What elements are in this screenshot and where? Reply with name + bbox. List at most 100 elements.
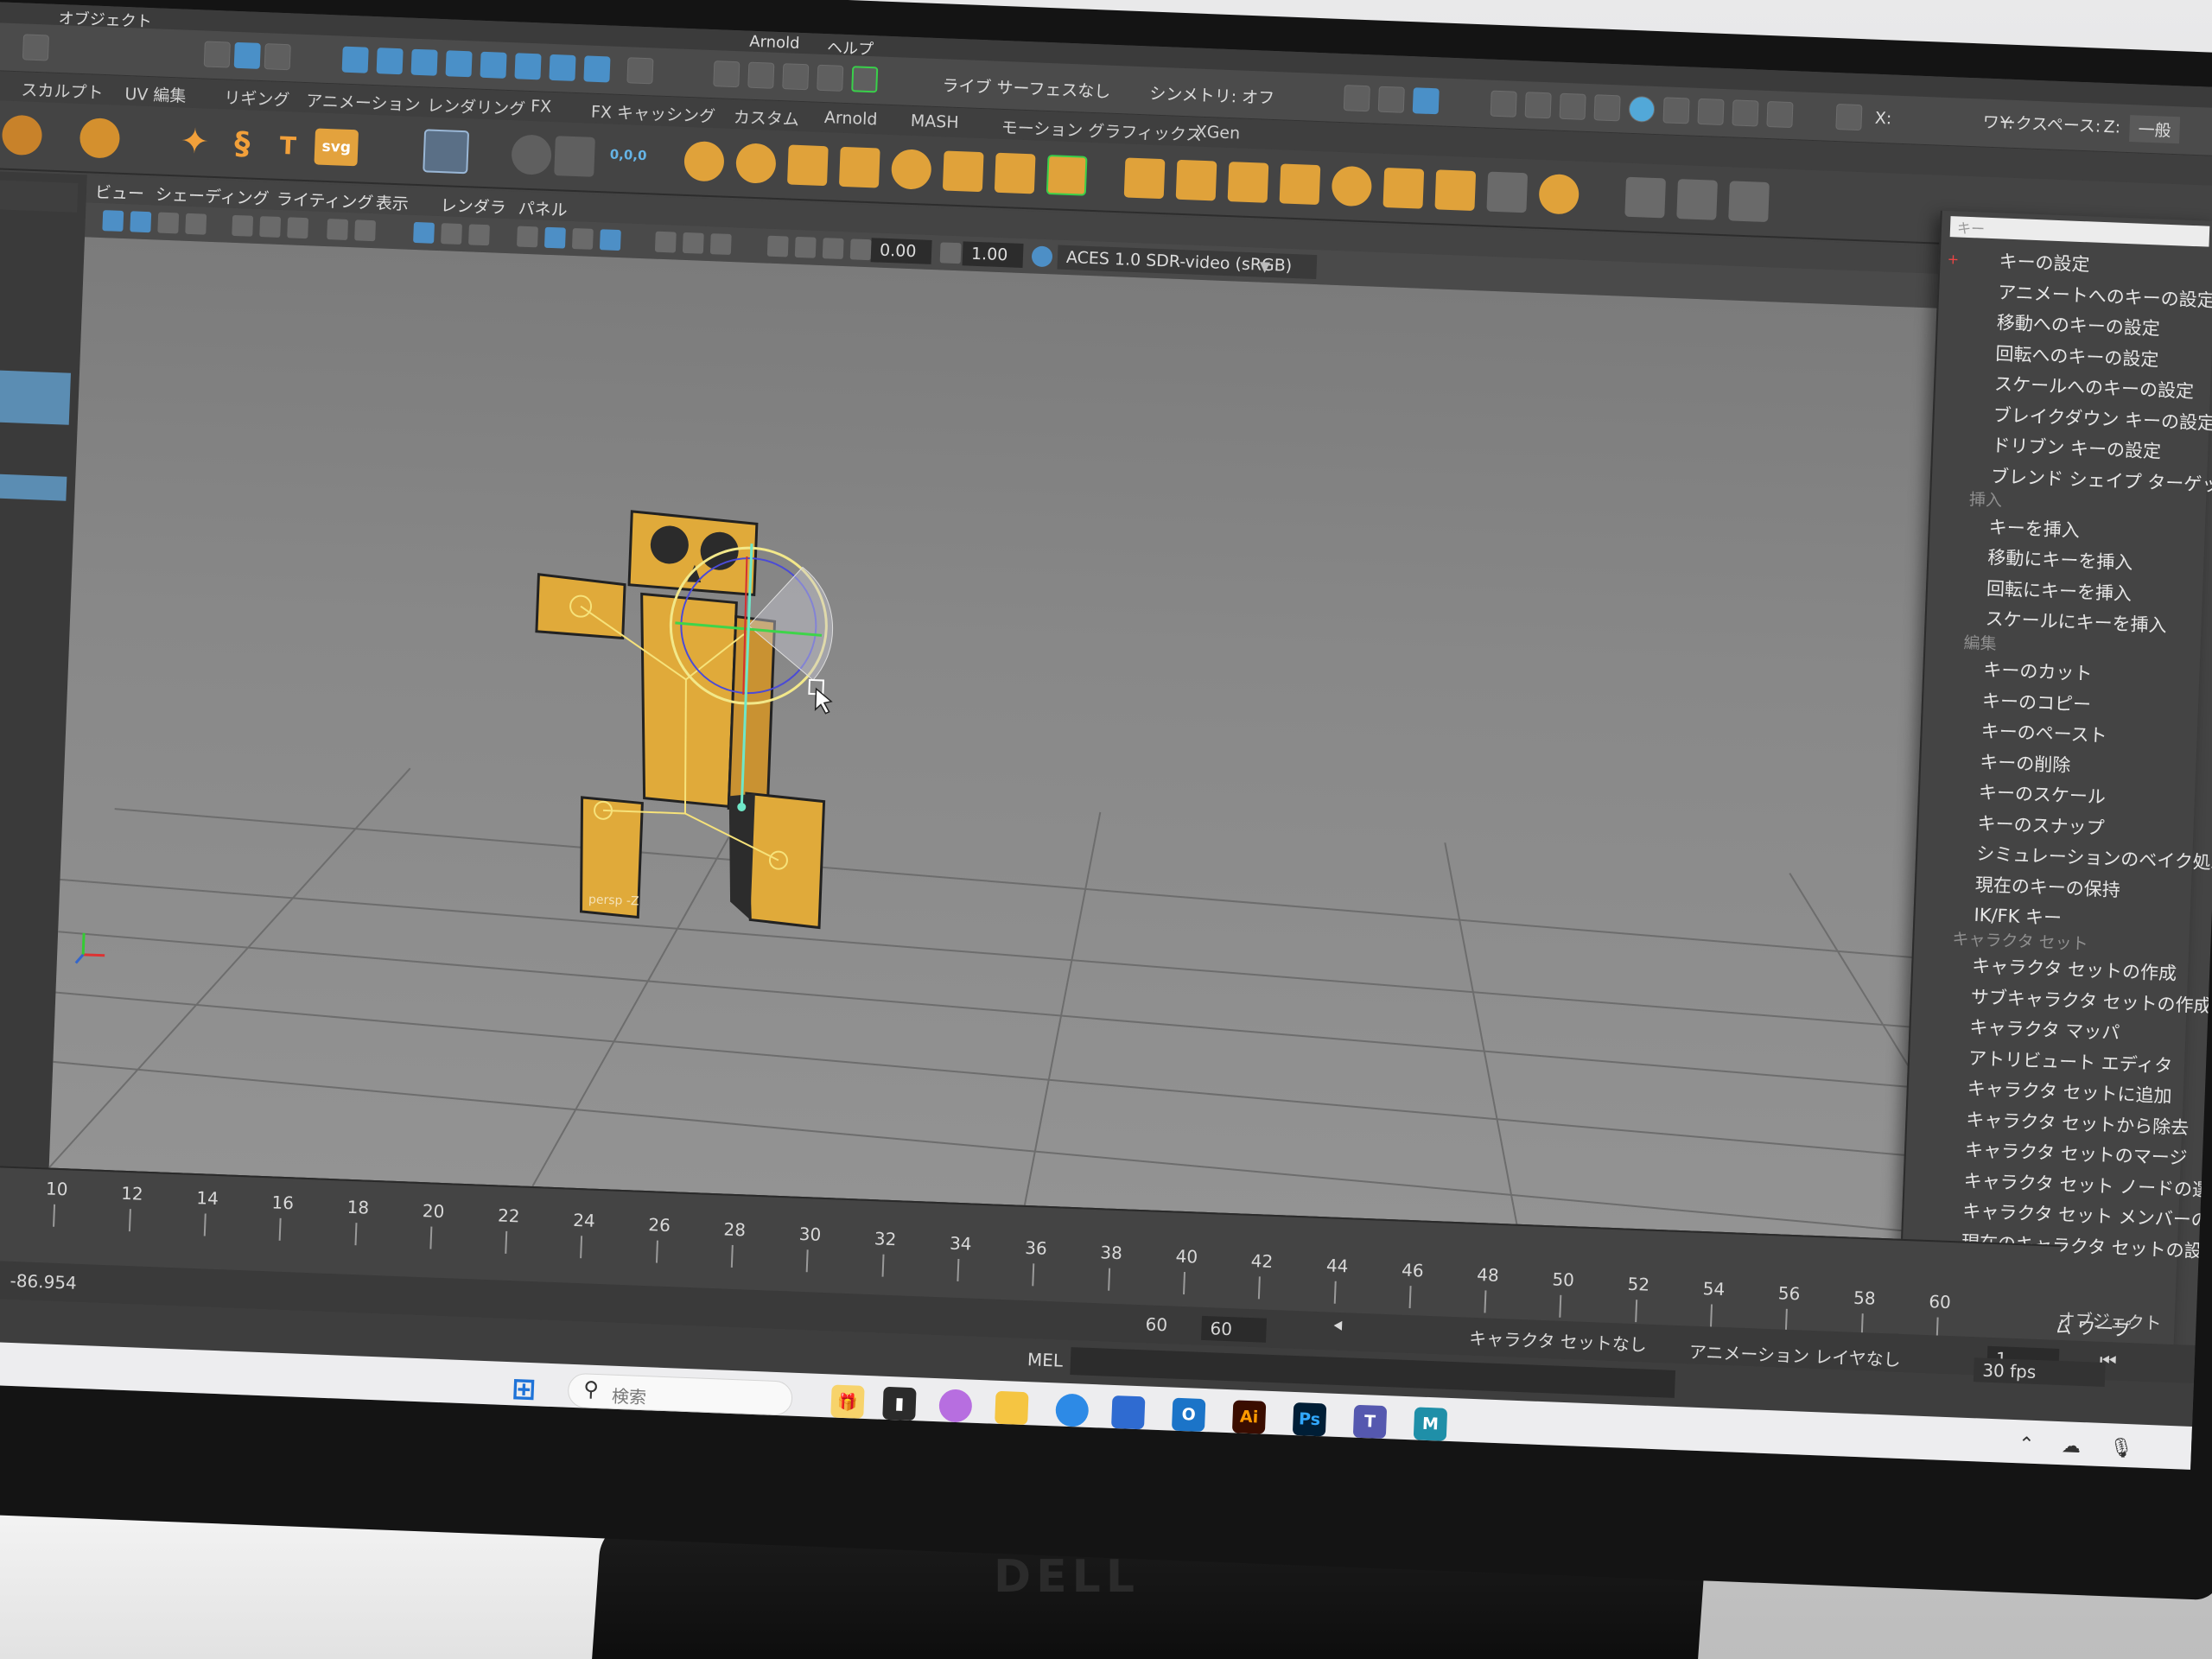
pause-icon[interactable] (1766, 100, 1794, 129)
key-menu-item[interactable]: キャラクタ セットの作成 (1972, 952, 2177, 986)
key-menu-item[interactable]: キーのスナップ (1977, 809, 2105, 840)
fps-dropdown[interactable]: 30 fps (1973, 1357, 2106, 1388)
use-default-material-icon[interactable] (468, 224, 490, 246)
construction-history-icon[interactable] (1412, 87, 1440, 115)
sparkle-icon[interactable]: ✦ (175, 121, 216, 162)
boolean-icon[interactable] (942, 150, 984, 193)
mel-label[interactable]: MEL (1027, 1349, 1064, 1371)
bridge-icon[interactable] (1227, 162, 1269, 203)
key-menu-item[interactable]: ブレンド シェイプ ターゲット (1991, 462, 2212, 498)
object-dropdown[interactable]: オブジェクト (2057, 1306, 2162, 1335)
snap-grid-icon[interactable] (713, 60, 741, 88)
select-object-icon[interactable] (233, 41, 261, 69)
bookmark-icon[interactable] (157, 212, 180, 234)
key-menu-item[interactable]: キーの設定 (1999, 247, 2090, 276)
bevel-icon[interactable] (1175, 159, 1217, 201)
range-end-value[interactable]: 60 (1145, 1313, 1167, 1335)
arnold-render-icon[interactable] (1628, 95, 1656, 123)
key-menu-item[interactable]: キャラクタ セット ノードの選択 (1963, 1166, 2212, 1203)
3d-viewport[interactable]: persp -Z (48, 237, 2097, 1245)
motion-blur-icon[interactable] (709, 233, 732, 256)
mirror-icon[interactable] (994, 152, 1036, 194)
exposure-field[interactable]: 0.00 (870, 238, 932, 264)
view-transform-dropdown[interactable]: ACES 1.0 SDR-video (sRGB) (1057, 245, 1318, 280)
taskbar-search[interactable]: 検索 (567, 1372, 793, 1416)
key-menu-item[interactable]: サブキャラクタ セットの作成 (1970, 982, 2212, 1018)
mask-dynamics-icon[interactable] (583, 55, 611, 83)
key-menu-item[interactable]: 回転へのキーの設定 (1995, 340, 2159, 372)
ipr-render-icon[interactable] (1559, 92, 1586, 120)
shadows-icon[interactable] (654, 231, 677, 253)
layer-icon[interactable] (735, 143, 777, 184)
color-management-icon[interactable] (1031, 245, 1053, 268)
playback-end-field[interactable]: 60 (1201, 1315, 1268, 1343)
lasso-icon[interactable] (683, 140, 725, 182)
mask-face-icon[interactable] (410, 48, 438, 76)
input-ops-icon[interactable] (1343, 85, 1370, 112)
shelf-tab[interactable]: Arnold (824, 108, 878, 129)
locator-icon[interactable] (554, 136, 595, 177)
render-settings-icon[interactable] (1490, 90, 1517, 118)
key-menu-item[interactable]: シミュレーションのベイク処理 (1976, 840, 2212, 875)
origin-coord-icon[interactable]: 0,0,0 (601, 134, 655, 175)
shelf-tab[interactable]: レンダリング (427, 92, 526, 119)
key-menu-item[interactable]: キーのスケール (1978, 779, 2107, 810)
smooth-shade-icon[interactable] (441, 223, 462, 245)
combine-icon[interactable] (786, 144, 829, 187)
task-view-icon[interactable]: ▮ (882, 1386, 917, 1421)
xray-joints-icon[interactable] (794, 236, 817, 258)
shelf-tab[interactable]: スカルプト (21, 77, 104, 104)
select-camera-icon[interactable] (102, 210, 124, 232)
key-menu-item[interactable]: キャラクタ セットから除去 (1966, 1105, 2190, 1140)
output-ops-icon[interactable] (1377, 86, 1405, 113)
mask-surface-icon[interactable] (514, 53, 542, 80)
lighting-icon[interactable] (599, 229, 621, 251)
extrude-icon[interactable] (1123, 157, 1166, 200)
symmetry-dropdown[interactable]: シンメトリ: オフ (1149, 80, 1275, 109)
shelf-tab[interactable]: XGen (1195, 123, 1240, 143)
transform-mode-icon[interactable] (1835, 104, 1863, 131)
svg-tool-icon[interactable]: svg (314, 128, 359, 167)
text-tool-icon[interactable]: T (267, 124, 308, 166)
shelf-tab[interactable]: MASH (910, 111, 959, 132)
soccer-ball-icon[interactable] (79, 118, 121, 159)
live-surface-label[interactable]: ライブ サーフェスなし (942, 73, 1111, 102)
key-menu-item[interactable]: アトリビュート エディタ (1968, 1044, 2173, 1077)
exposure-icon[interactable] (849, 238, 872, 261)
left-dropdown[interactable] (0, 180, 79, 213)
lock-icon[interactable] (626, 57, 654, 85)
shelf-tab[interactable]: リギング (224, 85, 290, 111)
range-inner-start-value[interactable]: -86.954 (10, 1270, 77, 1294)
shaded-icon[interactable] (543, 226, 566, 249)
xray-icon[interactable] (516, 226, 538, 248)
chevron-up-icon[interactable]: ⌃ (2018, 1433, 2035, 1456)
xray-active-icon[interactable] (822, 238, 844, 260)
photoshop-icon[interactable]: Ps (1292, 1402, 1327, 1437)
gift-widget-icon[interactable]: 🎁 (830, 1384, 865, 1419)
key-menu-item[interactable]: キーのコピー (1982, 687, 2092, 717)
panel-menu-item[interactable]: レンダラ (440, 193, 506, 219)
key-menu-item[interactable]: キャラクタ セットのマージ (1965, 1136, 2188, 1171)
hypershade-icon[interactable] (1662, 97, 1690, 124)
menu-tearoff[interactable]: キー (1949, 216, 2210, 247)
file-explorer-icon[interactable] (995, 1390, 1029, 1426)
grid-icon[interactable] (423, 129, 470, 175)
key-menu-item[interactable]: ドリブン キーの設定 (1992, 431, 2162, 463)
key-menu-item[interactable]: キーのカット (1983, 656, 2093, 686)
shelf-tab[interactable]: UV 編集 (124, 81, 187, 107)
snap-curve-icon[interactable] (747, 61, 775, 89)
isolate-select-icon[interactable] (766, 235, 789, 257)
left-selected-item[interactable] (0, 369, 71, 425)
measure-icon[interactable] (1676, 179, 1718, 220)
mic-muted-icon[interactable]: 🎙 (2108, 1437, 2133, 1459)
edge-browser-icon[interactable] (1055, 1393, 1090, 1427)
poly-sphere-icon[interactable] (1, 114, 43, 156)
ambient-occlusion-icon[interactable] (682, 232, 704, 254)
panel-menu-item[interactable]: パネル (518, 196, 568, 221)
workspace-dropdown[interactable]: 一般 (2129, 115, 2181, 144)
snap-point-icon[interactable] (782, 63, 810, 91)
key-icon[interactable]: ⯇ (1331, 1316, 1345, 1338)
2d-pan-icon[interactable] (232, 214, 254, 237)
pencil-icon[interactable] (1624, 176, 1667, 219)
grease-pencil-icon[interactable] (259, 216, 282, 238)
